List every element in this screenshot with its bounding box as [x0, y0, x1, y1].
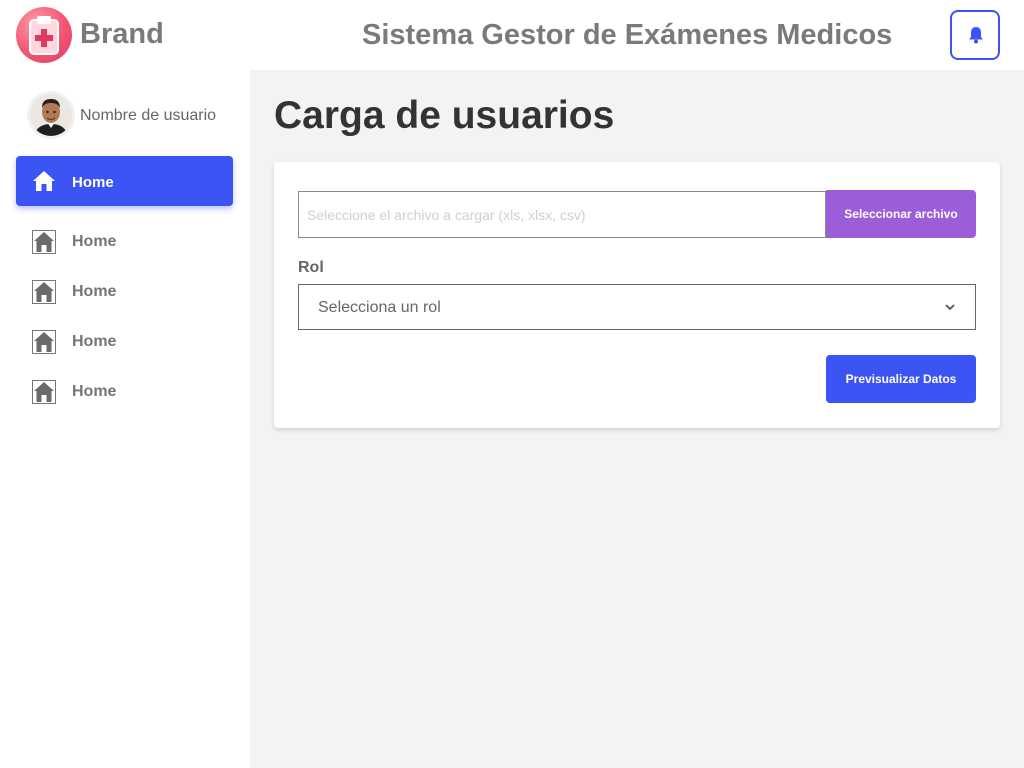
- sidebar-item-home[interactable]: Home: [16, 316, 233, 366]
- sidebar-item-home[interactable]: Home: [16, 366, 233, 416]
- sidebar-item-label: Home: [72, 233, 117, 250]
- sidebar-item-label: Home: [72, 174, 114, 191]
- username: Nombre de usuario: [80, 107, 217, 124]
- sidebar-item-home-active[interactable]: Home: [16, 156, 233, 206]
- select-file-button[interactable]: Seleccionar archivo: [826, 190, 976, 238]
- sidebar-item-home[interactable]: Home: [16, 266, 233, 316]
- sidebar: Nombre de usuario Home Home Home Home Ho…: [0, 70, 250, 768]
- sidebar-item-label: Home: [72, 283, 117, 300]
- home-icon: [32, 280, 56, 304]
- home-icon: [32, 230, 56, 254]
- home-icon: [32, 330, 56, 354]
- chevron-down-icon: [945, 304, 955, 311]
- app-title: Sistema Gestor de Exámenes Medicos: [362, 19, 893, 51]
- notifications-button[interactable]: [950, 10, 1000, 60]
- clipboard-medical-icon: [16, 7, 72, 63]
- avatar: [30, 94, 72, 136]
- top-header: Brand Sistema Gestor de Exámenes Medicos: [0, 0, 1024, 70]
- home-icon: [32, 380, 56, 404]
- rol-select-value: Selecciona un rol: [318, 299, 441, 316]
- upload-card: Seleccionar archivo Rol Selecciona un ro…: [274, 162, 1000, 428]
- rol-label: Rol: [298, 259, 324, 276]
- preview-data-button[interactable]: Previsualizar Datos: [826, 355, 976, 403]
- bell-icon: [969, 27, 983, 44]
- sidebar-item-label: Home: [72, 383, 117, 400]
- user-profile[interactable]: Nombre de usuario: [30, 94, 240, 138]
- sidebar-item-label: Home: [72, 333, 117, 350]
- main-content: Carga de usuarios Seleccionar archivo Ro…: [250, 70, 1024, 768]
- home-icon: [33, 171, 55, 191]
- sidebar-item-home[interactable]: Home: [16, 216, 233, 266]
- brand-name: Brand: [80, 18, 164, 50]
- rol-select[interactable]: Selecciona un rol: [298, 284, 976, 330]
- file-path-input[interactable]: [298, 191, 826, 238]
- page-title: Carga de usuarios: [274, 94, 615, 137]
